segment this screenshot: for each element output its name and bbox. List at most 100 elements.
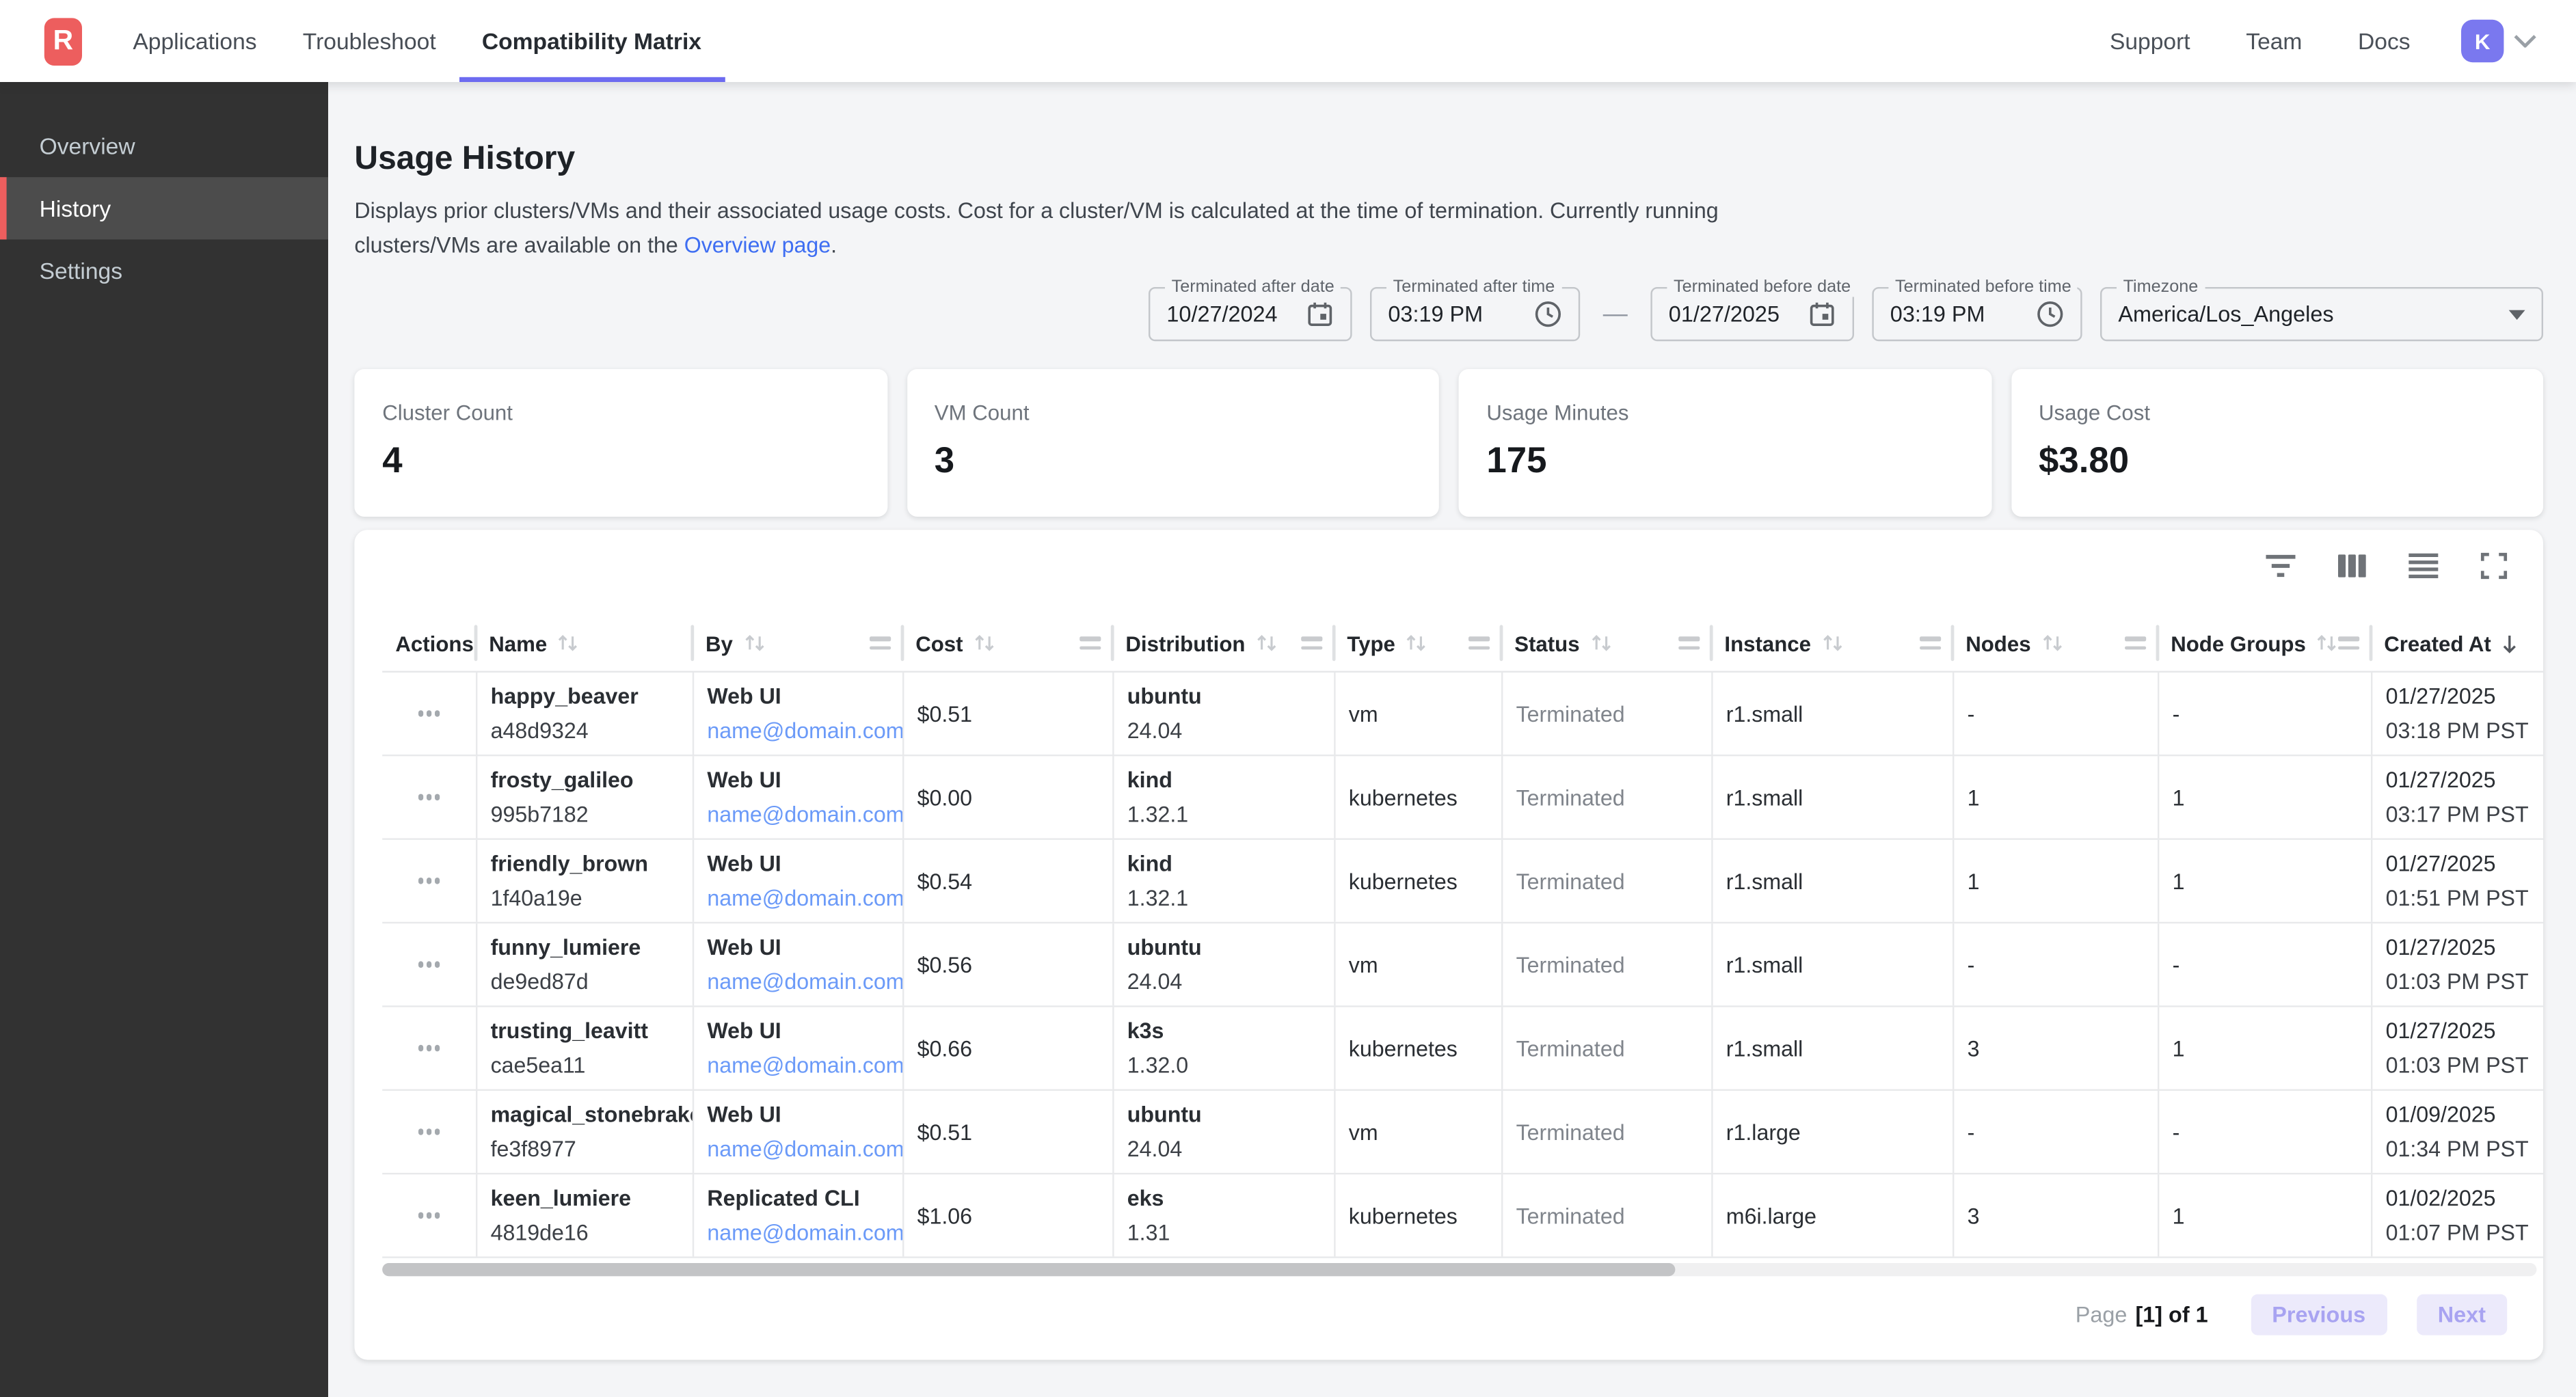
created-by-email-link[interactable]: name@domain.com	[707, 802, 902, 827]
nodes-cell: -	[1953, 923, 2158, 1005]
clock-icon[interactable]	[2036, 300, 2064, 328]
sort-icon[interactable]	[555, 633, 581, 653]
column-menu-handle-icon[interactable]	[1301, 636, 1322, 649]
sort-icon[interactable]	[1253, 633, 1279, 653]
columns-icon[interactable]	[2338, 554, 2366, 578]
density-icon[interactable]	[2409, 553, 2438, 579]
nav-tab-compatibility-matrix[interactable]: Compatibility Matrix	[459, 0, 724, 82]
column-header[interactable]: Status	[1501, 615, 1711, 671]
sort-icon[interactable]	[2314, 633, 2340, 653]
terminated-before-date-field[interactable]: Terminated before date 01/27/2025	[1650, 287, 1854, 341]
table-row: keen_lumiere 4819de16 Replicated CLI nam…	[382, 1174, 2543, 1258]
cluster-name: frosty_galileo	[491, 768, 693, 792]
by-cell: Web UI name@domain.com	[693, 1091, 902, 1173]
column-header[interactable]: Type	[1334, 615, 1501, 671]
column-header[interactable]: Node Groups	[2158, 615, 2371, 671]
created-by-email-link[interactable]: name@domain.com	[707, 969, 902, 994]
instance-type: r1.large	[1726, 1120, 1953, 1144]
column-header[interactable]: Cost	[902, 615, 1112, 671]
distribution-cell: ubuntu 24.04	[1112, 923, 1334, 1005]
sort-icon[interactable]	[741, 633, 767, 653]
type-cell: vm	[1334, 923, 1501, 1005]
cluster-name: friendly_brown	[491, 852, 693, 876]
column-header[interactable]: Distribution	[1112, 615, 1334, 671]
fullscreen-icon[interactable]	[2481, 553, 2507, 579]
actions-cell	[382, 840, 476, 922]
sort-icon[interactable]	[1588, 633, 1614, 653]
nav-tab-applications[interactable]: Applications	[110, 0, 280, 82]
terminated-after-time-field[interactable]: Terminated after time 03:19 PM	[1370, 287, 1580, 341]
horizontal-scrollbar-thumb[interactable]	[382, 1263, 1675, 1276]
column-menu-handle-icon[interactable]	[2125, 636, 2146, 649]
cost-cell: $0.51	[902, 1091, 1112, 1173]
sort-icon[interactable]	[1819, 633, 1845, 653]
column-header[interactable]: Name	[476, 615, 693, 671]
terminated-before-time-field[interactable]: Terminated before time 03:19 PM	[1872, 287, 2082, 341]
table-row: frosty_galileo 995b7182 Web UI name@doma…	[382, 756, 2543, 839]
sidebar-item-settings[interactable]: Settings	[0, 239, 328, 301]
horizontal-scrollbar-track[interactable]	[382, 1263, 2536, 1276]
column-menu-handle-icon[interactable]	[870, 636, 891, 649]
filter-icon[interactable]	[2266, 554, 2295, 578]
timezone-select[interactable]: Timezone America/Los_Angeles	[2100, 287, 2543, 341]
sort-icon[interactable]	[971, 633, 997, 653]
column-header[interactable]: Actions	[382, 615, 476, 671]
column-header[interactable]: Nodes	[1953, 615, 2158, 671]
terminated-after-date-field[interactable]: Terminated after date 10/27/2024	[1149, 287, 1352, 341]
next-page-button[interactable]: Next	[2417, 1294, 2508, 1335]
chevron-down-icon[interactable]	[2514, 34, 2537, 47]
row-actions-menu-icon[interactable]	[410, 705, 449, 723]
main-content: Usage History Displays prior clusters/VM…	[328, 82, 2576, 1397]
overview-page-link[interactable]: Overview page	[684, 233, 831, 258]
name-cell: magical_stonebraker fe3f8977	[476, 1091, 693, 1173]
sort-icon[interactable]	[2039, 633, 2065, 653]
user-avatar[interactable]: K	[2461, 20, 2504, 62]
nav-link-docs[interactable]: Docs	[2330, 28, 2438, 54]
row-actions-menu-icon[interactable]	[410, 955, 449, 974]
sort-desc-icon[interactable]	[2499, 632, 2521, 653]
column-menu-handle-icon[interactable]	[1079, 636, 1101, 649]
node-groups-cell: 1	[2158, 1174, 2371, 1256]
column-menu-handle-icon[interactable]	[1468, 636, 1490, 649]
created-by-email-link[interactable]: name@domain.com	[707, 886, 902, 910]
caret-down-icon[interactable]	[2509, 309, 2525, 318]
row-actions-menu-icon[interactable]	[410, 1123, 449, 1141]
column-header[interactable]: By	[693, 615, 902, 671]
stat-value: 3	[935, 439, 1411, 482]
instance-type: r1.small	[1726, 785, 1953, 809]
column-menu-handle-icon[interactable]	[1678, 636, 1700, 649]
clock-icon[interactable]	[1534, 300, 1562, 328]
row-actions-menu-icon[interactable]	[410, 1206, 449, 1225]
sort-icon[interactable]	[1404, 633, 1430, 653]
created-at-cell: 01/27/2025 01:03 PM PST	[2371, 923, 2543, 1005]
created-by-email-link[interactable]: name@domain.com	[707, 1137, 902, 1161]
created-by-email-link[interactable]: name@domain.com	[707, 718, 902, 743]
nodes-count: -	[1968, 1120, 2158, 1144]
sidebar-item-overview[interactable]: Overview	[0, 115, 328, 177]
created-by-email-link[interactable]: name@domain.com	[707, 1053, 902, 1078]
instance-cell: r1.small	[1711, 673, 1953, 755]
calendar-icon[interactable]	[1306, 300, 1334, 328]
row-actions-menu-icon[interactable]	[410, 788, 449, 806]
nav-tab-troubleshoot[interactable]: Troubleshoot	[280, 0, 459, 82]
calendar-icon[interactable]	[1808, 300, 1836, 328]
replicated-logo[interactable]: R	[44, 17, 82, 65]
column-header[interactable]: Created At	[2371, 615, 2543, 671]
description-period: .	[831, 233, 837, 258]
column-menu-handle-icon[interactable]	[2338, 636, 2359, 649]
row-actions-menu-icon[interactable]	[410, 871, 449, 890]
column-menu-handle-icon[interactable]	[1920, 636, 1941, 649]
cluster-id: fe3f8977	[491, 1137, 693, 1161]
row-actions-menu-icon[interactable]	[410, 1039, 449, 1057]
nav-link-team[interactable]: Team	[2218, 28, 2330, 54]
sidebar-item-history[interactable]: History	[0, 177, 328, 239]
usage-history-table-card: Actions Name	[354, 530, 2543, 1359]
nav-link-support[interactable]: Support	[2082, 28, 2218, 54]
status-cell: Terminated	[1501, 1174, 1711, 1256]
node-groups-count: 1	[2173, 1036, 2371, 1061]
created-by-email-link[interactable]: name@domain.com	[707, 1221, 902, 1245]
description-line-1: Displays prior clusters/VMs and their as…	[354, 193, 1718, 228]
column-header[interactable]: Instance	[1711, 615, 1953, 671]
previous-page-button[interactable]: Previous	[2251, 1294, 2387, 1335]
actions-cell	[382, 923, 476, 1005]
